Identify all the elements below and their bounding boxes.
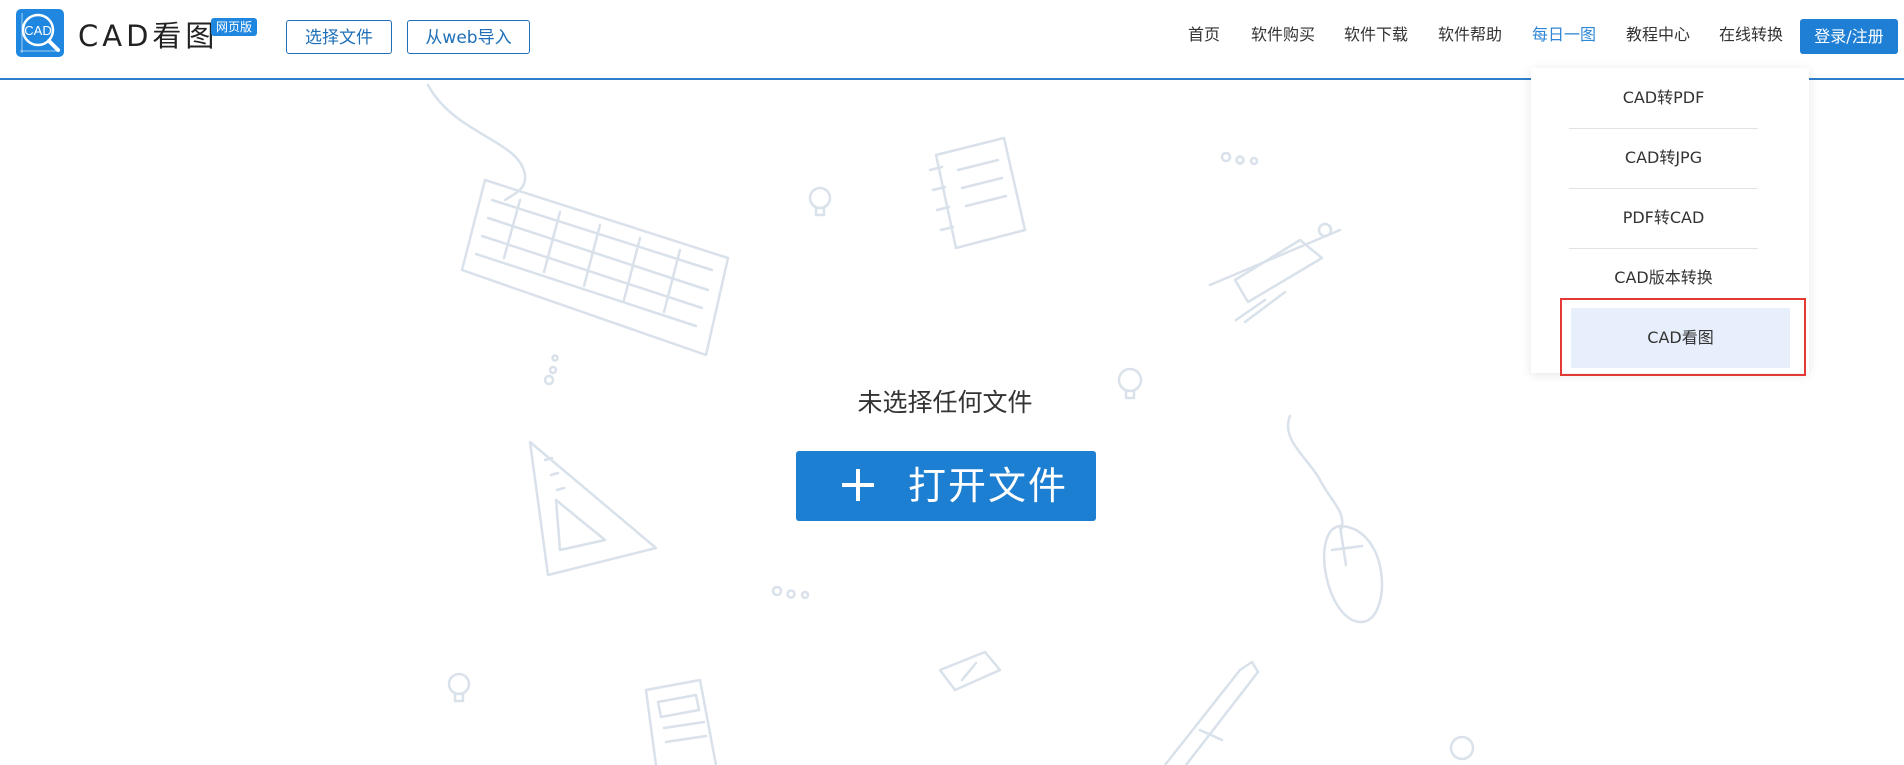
calculator-icon: [644, 678, 718, 765]
dropdown-item-cad-to-jpg[interactable]: CAD转JPG: [1569, 128, 1758, 189]
nav-item-download[interactable]: 软件下载: [1344, 24, 1408, 46]
pencil-icon: [1163, 660, 1260, 765]
highlight-annotation-frame: [1560, 298, 1806, 376]
web-version-badge: 网页版: [211, 18, 258, 36]
cad-magnifier-logo-icon[interactable]: CAD: [16, 9, 64, 57]
open-file-label: 打开文件: [908, 464, 1069, 508]
mouse-icon: [1286, 414, 1384, 624]
no-file-message: 未选择任何文件: [857, 388, 1033, 417]
plus-icon: [842, 469, 874, 501]
dropdown-item-cad-to-pdf[interactable]: CAD转PDF: [1569, 68, 1758, 129]
login-register-button[interactable]: 登录/注册: [1800, 19, 1898, 54]
nav-item-daily-drawing[interactable]: 每日一图: [1532, 24, 1596, 46]
nav-item-purchase[interactable]: 软件购买: [1251, 24, 1315, 46]
web-import-button[interactable]: 从web导入: [407, 20, 530, 54]
eraser-icon: [938, 650, 1002, 692]
triangle-ruler-icon: [528, 440, 658, 577]
open-file-button[interactable]: 打开文件: [796, 451, 1096, 521]
nav-item-help[interactable]: 软件帮助: [1438, 24, 1502, 46]
nav-item-online-convert[interactable]: 在线转换: [1719, 24, 1783, 46]
keyboard-icon: [426, 83, 730, 386]
logo-text: CAD: [24, 23, 51, 38]
nav-item-tutorials[interactable]: 教程中心: [1626, 24, 1690, 46]
compass-icon: [1208, 222, 1342, 324]
brand-name[interactable]: CAD看图: [78, 16, 218, 56]
dropdown-item-pdf-to-cad[interactable]: PDF转CAD: [1569, 188, 1758, 249]
notebook-icon: [928, 136, 1027, 250]
page: CAD CAD看图 网页版 选择文件 从web导入 首页 软件购买 软件下载 软…: [0, 0, 1904, 765]
nav-item-home[interactable]: 首页: [1188, 24, 1220, 46]
select-file-button[interactable]: 选择文件: [286, 20, 392, 54]
